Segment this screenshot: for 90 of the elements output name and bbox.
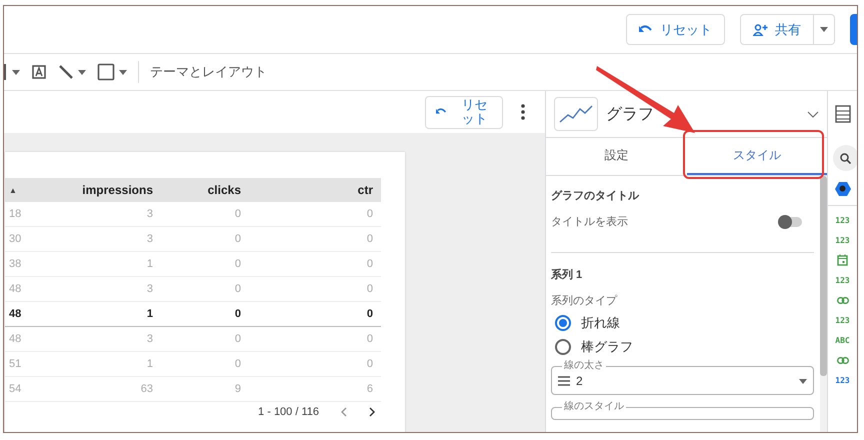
reset-button[interactable]: リセット — [424, 96, 503, 128]
number-field-icon[interactable]: 123 — [835, 316, 850, 324]
caret-icon — [119, 70, 127, 74]
undo-icon — [639, 24, 653, 34]
caret-icon — [799, 378, 807, 384]
shape-tool-button[interactable] — [4, 64, 20, 80]
table-cell: 48 — [5, 276, 71, 302]
share-menu-button[interactable] — [814, 14, 835, 45]
table-cell: 0 — [249, 326, 381, 352]
table-cell: 0 — [249, 302, 381, 326]
data-source-icon — [834, 181, 850, 197]
table-cell: 54 — [5, 376, 71, 402]
table-cell: 18 — [5, 202, 71, 226]
text-box-icon — [31, 64, 47, 80]
column-header[interactable]: clicks — [161, 178, 249, 202]
table-cell: 1 — [71, 252, 161, 276]
chart-type-button[interactable] — [554, 97, 598, 131]
radio-button[interactable] — [555, 315, 571, 331]
pagination-text: 1 - 100 / 116 — [258, 406, 319, 418]
table-cell: 0 — [249, 252, 381, 276]
table-cell: 0 — [161, 326, 249, 352]
table-cell: 0 — [161, 276, 249, 302]
section-heading: グラフのタイトル — [551, 189, 640, 203]
search-button[interactable] — [832, 145, 857, 171]
line-style-dropdown[interactable]: 線のスタイル — [551, 401, 814, 420]
number-field-icon[interactable]: 123 — [835, 236, 850, 244]
radio-button[interactable] — [555, 339, 571, 355]
table-cell: 9 — [161, 376, 249, 402]
search-icon — [840, 152, 851, 164]
share-button[interactable]: 共有 — [740, 14, 814, 45]
undo-icon — [436, 108, 447, 116]
field-label: 系列のタイプ — [551, 294, 618, 308]
table-cell: 0 — [161, 352, 249, 376]
line-chart-icon — [559, 104, 593, 124]
column-header[interactable]: impressions — [71, 178, 161, 202]
table-cell: 0 — [249, 226, 381, 252]
table-cell: 1 — [71, 352, 161, 376]
title-toggle[interactable] — [780, 216, 802, 226]
calendar-icon[interactable] — [837, 254, 848, 266]
theme-layout-button[interactable]: テーマとレイアウト — [150, 63, 267, 81]
number-field-icon[interactable]: 123 — [835, 376, 850, 384]
table-cell: 0 — [161, 302, 249, 326]
table-cell: 51 — [5, 352, 71, 376]
table-icon[interactable] — [834, 105, 850, 123]
previous-page-icon[interactable] — [341, 407, 347, 417]
table-cell: 38 — [5, 252, 71, 276]
toggle-label: タイトルを表示 — [551, 215, 628, 229]
next-page-icon[interactable] — [369, 407, 375, 417]
lines-icon — [558, 376, 570, 386]
table-cell: 3 — [71, 276, 161, 302]
table-cell: 3 — [71, 202, 161, 226]
caret-icon — [78, 70, 86, 74]
chevron-down-icon[interactable] — [807, 110, 819, 118]
radio-option[interactable]: 棒グラフ — [555, 338, 633, 356]
radio-option[interactable]: 折れ線 — [555, 314, 620, 332]
table-cell: 3 — [71, 226, 161, 252]
line-tool-button[interactable] — [58, 64, 86, 80]
table-cell: 63 — [71, 376, 161, 402]
text-field-icon[interactable]: ABC — [835, 336, 850, 344]
more-icon[interactable] — [521, 104, 525, 120]
table-cell: 0 — [161, 252, 249, 276]
sort-indicator[interactable]: ▲ — [5, 178, 71, 202]
number-field-icon[interactable]: 123 — [835, 276, 850, 284]
text-tool-button[interactable] — [31, 64, 47, 80]
caret-icon — [12, 70, 20, 74]
table-cell: 1 — [71, 302, 161, 326]
table-cell: 3 — [71, 326, 161, 352]
chart-type-label: グラフ — [606, 104, 655, 124]
rectangle-tool-button[interactable] — [97, 63, 127, 81]
column-header[interactable]: ctr — [249, 178, 381, 202]
table-cell: 0 — [249, 276, 381, 302]
person-add-icon — [753, 24, 768, 36]
table-cell: 0 — [249, 352, 381, 376]
line-weight-dropdown[interactable]: 線の太さ 2 — [551, 360, 814, 395]
table-cell: 48 — [5, 302, 71, 326]
table-cell: 0 — [161, 226, 249, 252]
table-cell: 48 — [5, 326, 71, 352]
table-cell: 0 — [161, 202, 249, 226]
rectangle-icon — [97, 63, 115, 81]
table-cell: 0 — [249, 202, 381, 226]
link-icon[interactable] — [836, 296, 848, 304]
table-cell: 6 — [249, 376, 381, 402]
reset-button[interactable]: リセット — [626, 14, 725, 45]
section-heading: 系列 1 — [551, 268, 584, 282]
number-field-icon[interactable]: 123 — [835, 216, 850, 224]
link-icon[interactable] — [836, 356, 848, 364]
table-cell: 30 — [5, 226, 71, 252]
scrollbar[interactable] — [820, 176, 827, 376]
line-icon — [58, 64, 74, 80]
caret-icon — [820, 27, 828, 32]
